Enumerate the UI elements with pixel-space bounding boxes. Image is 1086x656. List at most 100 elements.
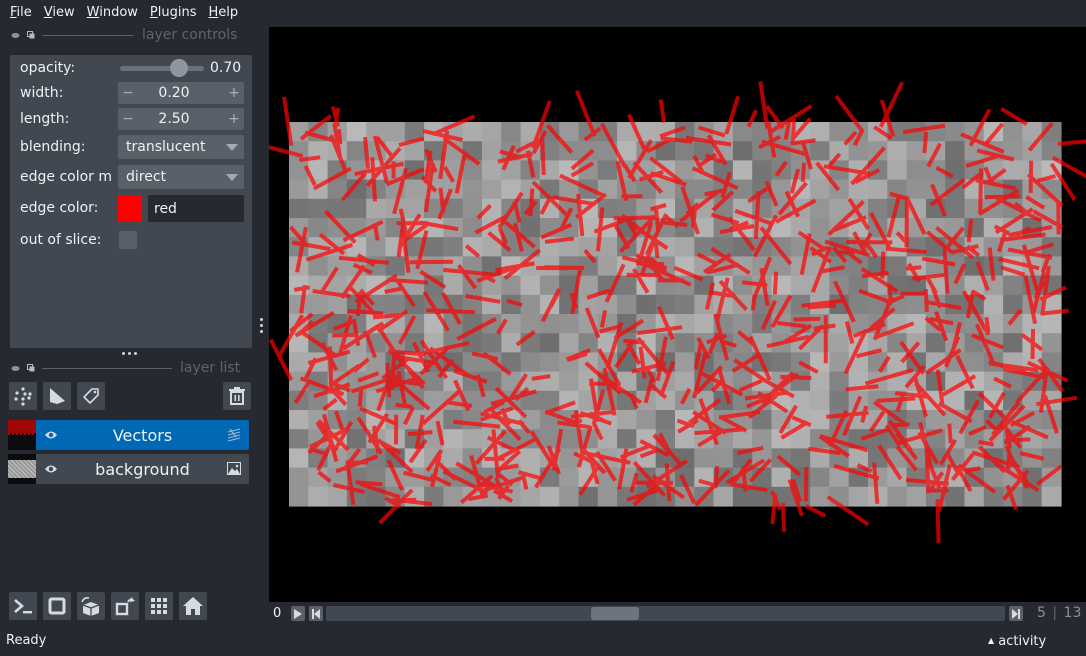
layer-row-vectors[interactable]: Vectors xyxy=(8,420,249,450)
vector-segment xyxy=(800,162,806,183)
image-pixel-tile xyxy=(1003,333,1023,353)
image-pixel-tile xyxy=(520,352,541,373)
menu-plugins[interactable]: Plugins xyxy=(144,5,203,20)
opacity-slider[interactable] xyxy=(120,59,204,77)
last-frame-button[interactable] xyxy=(1009,606,1023,621)
layer-item-body[interactable]: Vectors xyxy=(36,420,249,450)
length-spinbox[interactable]: − 2.50 + xyxy=(118,108,244,130)
image-pixel-tile xyxy=(1041,486,1062,507)
menu-view[interactable]: View xyxy=(38,5,81,20)
image-pixel-tile xyxy=(520,448,541,469)
image-pixel-tile xyxy=(906,160,927,181)
vector-segment xyxy=(395,402,413,409)
width-decrement-button[interactable]: − xyxy=(118,85,138,101)
dims-scrollbar[interactable] xyxy=(326,606,1005,621)
console-button[interactable] xyxy=(9,592,37,620)
dock-splitter-handle[interactable] xyxy=(122,352,137,355)
length-value[interactable]: 2.50 xyxy=(138,111,210,127)
layer-item-body[interactable]: background xyxy=(36,454,249,484)
menu-file[interactable]: File xyxy=(4,5,38,20)
image-pixel-tile xyxy=(597,486,618,507)
image-pixel-tile xyxy=(443,486,464,507)
image-pixel-tile xyxy=(655,410,676,430)
dims-scrollbar-handle[interactable] xyxy=(591,607,640,620)
play-button[interactable] xyxy=(291,606,305,621)
toggle-ndisplay-button[interactable] xyxy=(43,592,71,620)
width-value[interactable]: 0.20 xyxy=(138,85,210,101)
new-shapes-layer-button[interactable] xyxy=(43,382,71,410)
layer-name[interactable]: Vectors xyxy=(36,426,249,445)
viewer-canvas[interactable] xyxy=(269,27,1086,602)
close-dock-icon[interactable] xyxy=(10,363,20,373)
length-increment-button[interactable]: + xyxy=(224,111,244,127)
vector-segment xyxy=(407,430,433,436)
grid-view-button[interactable] xyxy=(145,592,173,620)
edge-color-mode-dropdown[interactable]: direct xyxy=(118,165,244,189)
layer-row-background[interactable]: background xyxy=(8,454,249,484)
new-labels-layer-button[interactable] xyxy=(77,382,105,410)
image-pixel-tile xyxy=(559,122,580,142)
float-dock-icon[interactable] xyxy=(26,363,36,373)
image-pixel-tile xyxy=(810,218,830,238)
image-pixel-tile xyxy=(289,486,309,507)
header-divider xyxy=(42,367,172,369)
image-pixel-tile xyxy=(790,448,811,469)
vector-segment xyxy=(892,422,910,428)
vector-segment xyxy=(269,338,294,382)
length-decrement-button[interactable]: − xyxy=(118,111,138,127)
vector-segment xyxy=(347,308,384,316)
current-slice[interactable]: 5 xyxy=(1037,605,1046,621)
image-pixel-tile xyxy=(925,371,946,392)
menu-help[interactable]: Help xyxy=(203,5,245,20)
layer-name[interactable]: background xyxy=(36,460,249,479)
edge-color-mode-value: direct xyxy=(126,169,167,185)
vector-segment xyxy=(661,220,688,227)
vector-segment xyxy=(966,219,974,243)
roll-dims-button[interactable] xyxy=(77,592,105,620)
float-dock-icon[interactable] xyxy=(26,30,36,40)
vector-segment xyxy=(965,466,981,473)
image-pixel-tile xyxy=(848,486,869,507)
image-pixel-tile xyxy=(578,275,599,296)
image-pixel-tile xyxy=(597,256,618,277)
viewer-scene[interactable] xyxy=(269,27,1086,602)
delete-layer-button[interactable] xyxy=(223,382,251,410)
image-pixel-tile xyxy=(829,122,850,142)
square-2d-icon xyxy=(48,597,66,615)
edge-color-input[interactable]: red xyxy=(148,195,244,222)
activity-button[interactable]: ▲ activity xyxy=(988,634,1046,649)
new-points-layer-button[interactable] xyxy=(9,382,37,410)
vectors-layer-icon xyxy=(227,428,241,442)
image-pixel-tile xyxy=(983,294,1004,315)
dims-slider-bar: 0 5 | 13 xyxy=(269,602,1086,624)
close-dock-icon[interactable] xyxy=(10,30,20,40)
image-pixel-tile xyxy=(617,429,637,449)
vector-segment xyxy=(1000,107,1028,126)
image-pixel-tile xyxy=(732,275,753,296)
transpose-dims-button[interactable] xyxy=(111,592,139,620)
slice-readout: 5 | 13 xyxy=(1037,605,1082,621)
home-button[interactable] xyxy=(179,592,207,620)
image-pixel-tile xyxy=(289,198,309,219)
image-pixel-tile xyxy=(675,294,695,315)
out-of-slice-checkbox[interactable] xyxy=(119,231,137,249)
blending-dropdown[interactable]: translucent xyxy=(118,135,244,159)
image-pixel-tile xyxy=(385,256,406,277)
image-pixel-tile xyxy=(868,141,888,161)
image-pixel-tile xyxy=(732,429,753,449)
image-pixel-tile xyxy=(1041,314,1062,334)
image-pixel-tile xyxy=(327,294,348,315)
edge-color-swatch[interactable] xyxy=(118,195,142,221)
opacity-slider-handle[interactable] xyxy=(169,59,188,77)
image-pixel-tile xyxy=(810,390,830,411)
image-pixel-tile xyxy=(1022,486,1043,507)
menu-window[interactable]: Window xyxy=(81,5,144,20)
image-pixel-tile xyxy=(694,314,715,334)
chevron-down-icon xyxy=(226,174,238,181)
image-pixel-tile xyxy=(732,390,753,411)
width-spinbox[interactable]: − 0.20 + xyxy=(118,82,244,104)
width-increment-button[interactable]: + xyxy=(224,85,244,101)
image-pixel-tile xyxy=(964,486,985,507)
first-frame-button[interactable] xyxy=(309,606,323,621)
viewer-splitter-handle[interactable] xyxy=(260,318,263,333)
